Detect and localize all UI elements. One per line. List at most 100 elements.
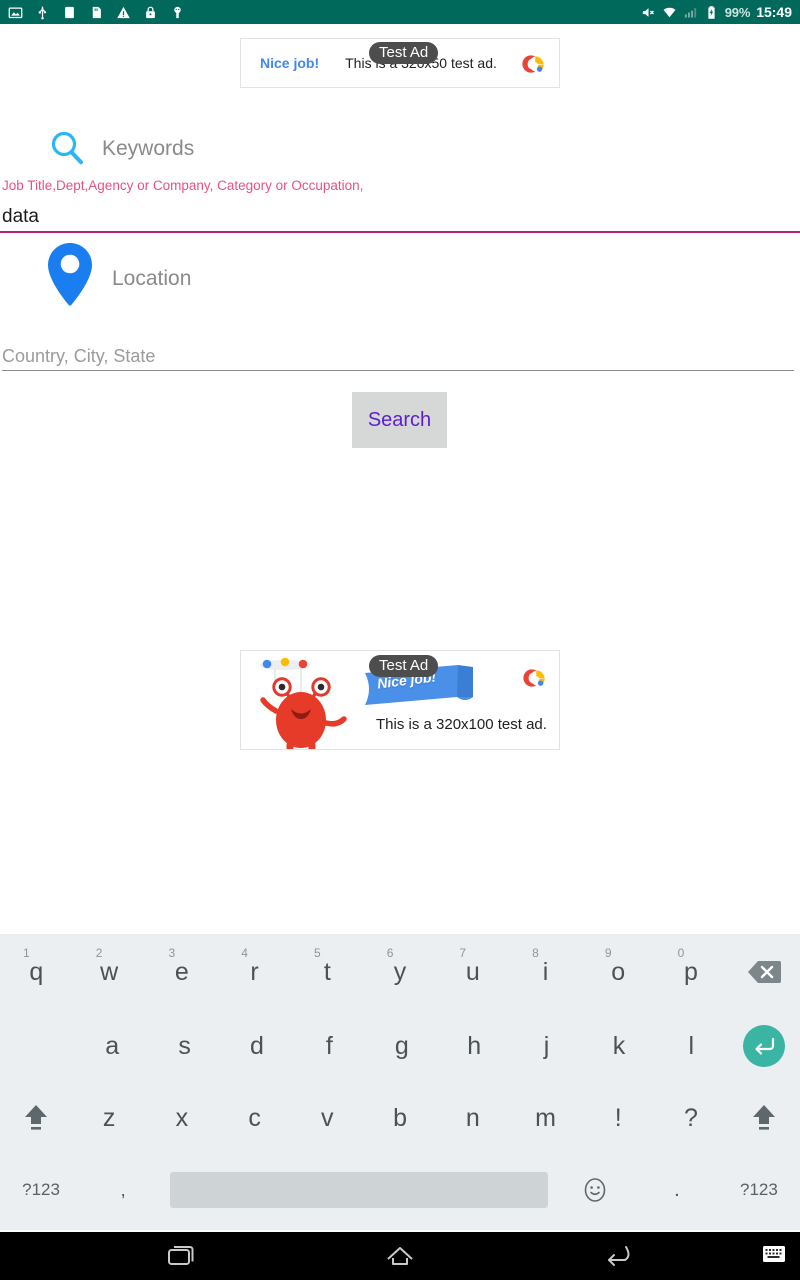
keyboard-row-3: z x c v b n m ! ? bbox=[0, 1082, 800, 1154]
key-v[interactable]: v bbox=[291, 1082, 364, 1154]
key-p[interactable]: 0p bbox=[655, 934, 728, 1010]
key-period[interactable]: . bbox=[636, 1154, 718, 1226]
cell-signal-icon bbox=[684, 7, 696, 17]
red-monster-icon bbox=[260, 657, 347, 749]
key-label: i bbox=[542, 957, 549, 986]
key-n[interactable]: n bbox=[436, 1082, 509, 1154]
key-g[interactable]: g bbox=[366, 1010, 438, 1082]
key-sup: 8 bbox=[532, 946, 539, 960]
key-label: e bbox=[174, 957, 189, 986]
key-symbols-left[interactable]: ?123 bbox=[0, 1154, 82, 1226]
key-b[interactable]: b bbox=[364, 1082, 437, 1154]
key-m[interactable]: m bbox=[509, 1082, 582, 1154]
search-button[interactable]: Search bbox=[352, 392, 447, 448]
soft-keyboard: 1q 2w 3e 4r 5t 6y 7u 8i 9o 0p a s d f g bbox=[0, 934, 800, 1230]
key-sup: 5 bbox=[313, 946, 321, 960]
key-shift-right[interactable] bbox=[727, 1082, 800, 1154]
nav-recents-button[interactable] bbox=[146, 1232, 218, 1280]
location-label: Location bbox=[112, 267, 192, 290]
key-l[interactable]: l bbox=[655, 1010, 727, 1082]
back-icon bbox=[608, 1246, 630, 1266]
status-bar-left-icons bbox=[8, 5, 185, 20]
key-w[interactable]: 2w bbox=[73, 934, 146, 1010]
key-sup: 0 bbox=[677, 946, 685, 960]
key-label: t bbox=[323, 957, 331, 986]
nav-back-button[interactable] bbox=[582, 1232, 654, 1280]
key-r[interactable]: 4r bbox=[218, 934, 291, 1010]
key-a[interactable]: a bbox=[76, 1010, 148, 1082]
key-question[interactable]: ? bbox=[655, 1082, 728, 1154]
key-h[interactable]: h bbox=[438, 1010, 510, 1082]
keywords-field-header: Keywords bbox=[46, 128, 194, 170]
key-sup: 6 bbox=[386, 946, 394, 960]
keywords-input-underline bbox=[0, 231, 800, 233]
admob-logo-icon bbox=[522, 55, 544, 73]
location-field-header: Location bbox=[42, 240, 191, 318]
key-sup: 7 bbox=[459, 946, 467, 960]
key-comma[interactable]: , bbox=[82, 1154, 164, 1226]
key-label: r bbox=[250, 957, 259, 986]
key-u[interactable]: 7u bbox=[436, 934, 509, 1010]
key-label: p bbox=[684, 957, 698, 986]
key-t[interactable]: 5t bbox=[291, 934, 364, 1010]
key-backspace[interactable] bbox=[727, 934, 800, 1010]
key-sup: 2 bbox=[95, 946, 103, 960]
android-screen: 99% 15:49 Nice job! This is a 320x50 tes… bbox=[0, 0, 800, 1280]
location-pin-icon bbox=[48, 243, 92, 306]
sd-card-icon bbox=[65, 6, 74, 18]
key-sup: 3 bbox=[168, 946, 176, 960]
key-d[interactable]: d bbox=[221, 1010, 293, 1082]
ad-cta-text: Nice job! bbox=[260, 55, 320, 71]
keyboard-row-1: 1q 2w 3e 4r 5t 6y 7u 8i 9o 0p bbox=[0, 934, 800, 1010]
key-sup: 1 bbox=[23, 946, 30, 960]
key-y[interactable]: 6y bbox=[364, 934, 437, 1010]
status-bar: 99% 15:49 bbox=[0, 0, 800, 24]
key-s[interactable]: s bbox=[148, 1010, 220, 1082]
key-emoji[interactable] bbox=[554, 1154, 636, 1226]
search-icon bbox=[51, 131, 83, 165]
key-q[interactable]: 1q bbox=[0, 934, 73, 1010]
test-ad-badge: Test Ad bbox=[369, 655, 439, 677]
nav-home-button[interactable] bbox=[364, 1232, 436, 1280]
key-enter[interactable] bbox=[728, 1010, 800, 1082]
key-c[interactable]: c bbox=[218, 1082, 291, 1154]
key-space[interactable] bbox=[170, 1172, 548, 1208]
key-z[interactable]: z bbox=[73, 1082, 146, 1154]
key-k[interactable]: k bbox=[583, 1010, 655, 1082]
keywords-hint-text: Job Title,Dept,Agency or Company, Catego… bbox=[2, 178, 364, 193]
ad-banner-320x50[interactable]: Nice job! This is a 320x50 test ad. Test… bbox=[240, 38, 560, 88]
keyboard-icon[interactable] bbox=[762, 1244, 786, 1264]
usb-icon bbox=[38, 6, 47, 19]
key-shift-left[interactable] bbox=[0, 1082, 73, 1154]
ad-body-text: This is a 320x100 test ad. bbox=[376, 716, 547, 733]
battery-charging-icon bbox=[708, 5, 715, 19]
key-label: q bbox=[29, 957, 44, 986]
shift-icon bbox=[25, 1105, 48, 1130]
enter-icon bbox=[755, 1037, 774, 1055]
recents-icon bbox=[168, 1246, 194, 1265]
key-o[interactable]: 9o bbox=[582, 934, 655, 1010]
usb-debug-icon bbox=[174, 6, 181, 18]
wifi-icon bbox=[663, 7, 676, 17]
key-x[interactable]: x bbox=[145, 1082, 218, 1154]
sim-card-icon bbox=[92, 6, 101, 18]
key-sup: 9 bbox=[604, 946, 612, 960]
key-j[interactable]: j bbox=[510, 1010, 582, 1082]
warning-icon bbox=[117, 6, 130, 18]
emoji-icon bbox=[584, 1178, 606, 1202]
ad-banner-320x100[interactable]: Nice job! This is a 320x100 test ad. Tes… bbox=[240, 650, 560, 750]
battery-percent: 99% bbox=[724, 4, 751, 20]
location-input[interactable] bbox=[2, 343, 792, 369]
key-e[interactable]: 3e bbox=[145, 934, 218, 1010]
shift-icon bbox=[752, 1105, 775, 1130]
home-icon bbox=[387, 1247, 413, 1265]
keyboard-row-4: ?123 , . ?123 bbox=[0, 1154, 800, 1226]
key-symbols-right[interactable]: ?123 bbox=[718, 1154, 800, 1226]
status-bar-clock: 15:49 bbox=[756, 4, 792, 20]
test-ad-badge: Test Ad bbox=[369, 42, 439, 64]
key-i[interactable]: 8i bbox=[509, 934, 582, 1010]
key-exclamation[interactable]: ! bbox=[582, 1082, 655, 1154]
key-f[interactable]: f bbox=[293, 1010, 365, 1082]
enter-key-circle bbox=[742, 1025, 785, 1067]
keywords-input[interactable] bbox=[2, 203, 798, 230]
